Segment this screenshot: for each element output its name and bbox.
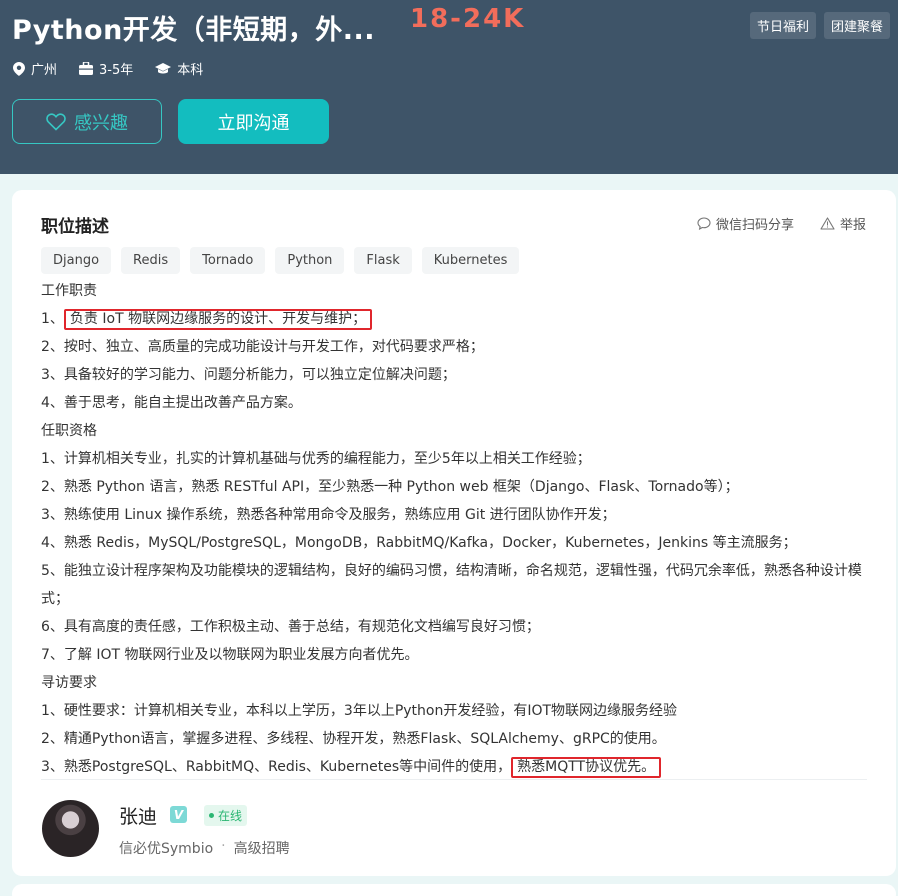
description-line: 6、具有高度的责任感，工作积极主动、善于总结，有规范化文档编写良好习惯； <box>41 619 540 635</box>
description-line: 5、能独立设计程序架构及功能模块的逻辑结构，良好的编码习惯，结构清晰，命名规范，… <box>41 563 862 607</box>
education-text: 本科 <box>177 63 204 78</box>
divider <box>41 779 867 780</box>
report-button[interactable]: 举报 <box>820 214 866 233</box>
interest-button[interactable]: 感兴趣 <box>12 99 162 144</box>
recruiter-avatar[interactable] <box>42 800 99 857</box>
recruiter-position: 高级招聘 <box>233 841 290 857</box>
line-prefix: 3、熟悉PostgreSQL、RabbitMQ、Redis、Kubernetes… <box>41 759 512 775</box>
description-line: 3、熟悉PostgreSQL、RabbitMQ、Redis、Kubernetes… <box>41 753 877 781</box>
skill-tag: Tornado <box>190 247 266 274</box>
chat-now-button[interactable]: 立即沟通 <box>178 99 329 144</box>
meta-experience: 3-5年 <box>79 59 133 78</box>
description-line: 7、了解 IOT 物联网行业及以物联网为职业发展方向者优先。 <box>41 647 419 663</box>
skill-tags: Django Redis Tornado Python Flask Kubern… <box>41 247 520 274</box>
share-label: 微信扫码分享 <box>715 218 794 233</box>
online-dot-icon <box>209 813 214 818</box>
description-line: 2、精通Python语言，掌握多进程、多线程、协程开发，熟悉Flask、SQLA… <box>41 731 666 747</box>
section-heading: 任职资格 <box>41 423 97 439</box>
skill-tag: Python <box>275 247 345 274</box>
section-title: 职位描述 <box>41 217 109 237</box>
wechat-share-button[interactable]: 微信扫码分享 <box>697 214 794 233</box>
description-line: 3、具备较好的学习能力、问题分析能力，可以独立定位解决问题； <box>41 367 456 383</box>
card-actions: 微信扫码分享 举报 <box>697 214 866 233</box>
job-description-text: 工作职责 1、 负责 IoT 物联网边缘服务的设计、开发与维护； 2、按时、独立、… <box>41 277 877 781</box>
location-text: 广州 <box>31 63 58 78</box>
benefit-tag: 节日福利 <box>749 12 816 39</box>
recruiter-company: 信必优Symbio <box>119 841 214 857</box>
recruiter-name: 张迪 <box>119 806 158 828</box>
section-heading: 工作职责 <box>41 283 97 299</box>
description-line: 2、按时、独立、高质量的完成功能设计与开发工作，对代码要求严格； <box>41 339 484 355</box>
experience-text: 3-5年 <box>99 63 134 78</box>
description-line: 2、熟悉 Python 语言，熟悉 RESTful API，至少熟悉一种 Pyt… <box>41 479 739 495</box>
description-line: 1、 负责 IoT 物联网边缘服务的设计、开发与维护； <box>41 305 877 333</box>
next-card <box>12 884 896 896</box>
interest-label: 感兴趣 <box>74 112 128 134</box>
heart-icon <box>46 112 66 131</box>
skill-tag: Flask <box>354 247 412 274</box>
meta-education: 本科 <box>155 59 203 78</box>
job-header: Python开发（非短期，外... 18-24K 节日福利 团建聚餐 广州 3-… <box>0 0 898 174</box>
highlighted-text: 熟悉MQTT协议优先。 <box>511 757 662 778</box>
description-line: 4、善于思考，能自主提出改善产品方案。 <box>41 395 302 411</box>
meta-location: 广州 <box>13 59 57 78</box>
warning-icon <box>820 217 835 230</box>
job-description-card: 职位描述 微信扫码分享 举报 Django Redis Tornado Pyth… <box>12 190 896 876</box>
job-title: Python开发（非短期，外... <box>12 15 376 46</box>
highlighted-text: 负责 IoT 物联网边缘服务的设计、开发与维护； <box>63 309 373 330</box>
description-line: 1、硬性要求：计算机相关专业，本科以上学历，3年以上Python开发经验，有IO… <box>41 703 678 719</box>
section-heading: 寻访要求 <box>41 675 97 691</box>
graduation-cap-icon <box>155 62 172 73</box>
recruiter-info: 信必优Symbio · 高级招聘 <box>119 838 290 858</box>
job-meta: 广州 3-5年 本科 <box>13 59 203 78</box>
benefit-tag: 团建聚餐 <box>823 12 890 39</box>
description-line: 1、计算机相关专业，扎实的计算机基础与优秀的编程能力，至少5年以上相关工作经验； <box>41 451 591 467</box>
line-prefix: 1、 <box>41 311 64 327</box>
skill-tag: Redis <box>121 247 181 274</box>
skill-tag: Kubernetes <box>421 247 520 274</box>
report-label: 举报 <box>839 218 866 233</box>
salary: 18-24K <box>410 4 526 34</box>
verified-badge-icon: V <box>170 806 187 823</box>
online-status-text: 在线 <box>218 809 243 823</box>
benefit-tags: 节日福利 团建聚餐 <box>749 12 890 39</box>
briefcase-icon <box>79 62 94 75</box>
description-line: 4、熟悉 Redis，MySQL/PostgreSQL，MongoDB，Rabb… <box>41 535 797 551</box>
separator: · <box>221 838 226 854</box>
skill-tag: Django <box>41 247 112 274</box>
online-status-badge: 在线 <box>204 805 248 826</box>
description-line: 3、熟练使用 Linux 操作系统，熟悉各种常用命令及服务，熟练应用 Git 进… <box>41 507 616 523</box>
location-pin-icon <box>13 61 25 76</box>
chat-bubble-icon <box>697 217 711 230</box>
